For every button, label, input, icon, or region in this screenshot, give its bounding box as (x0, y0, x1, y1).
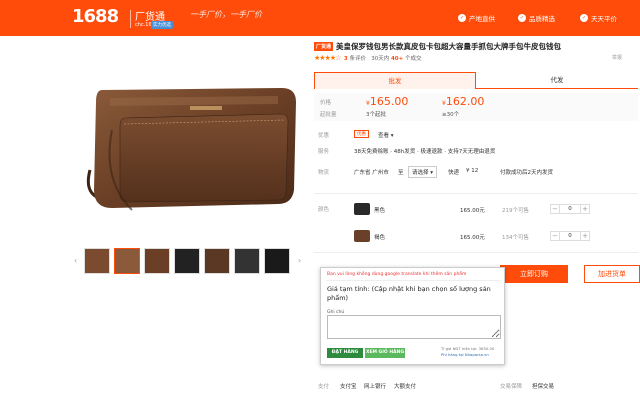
promo-link[interactable]: 查看 ▾ (378, 131, 394, 139)
qty-decrement[interactable]: − (550, 204, 560, 214)
thumbnail[interactable] (84, 248, 110, 274)
moq-tier-2: ≥30个 (442, 112, 460, 118)
check-circle-icon: ✓ (580, 14, 588, 22)
service-label: 服务 (318, 149, 330, 155)
brand-badge: 实力优选 (151, 21, 173, 29)
feature-quality: ✓ 品质精选 (518, 13, 555, 23)
price-value: 162.00 (445, 95, 485, 108)
star-icon: ★★★★☆ (314, 54, 341, 62)
thumbnail[interactable] (174, 248, 200, 274)
tab-dropship[interactable]: 代发 (476, 72, 638, 89)
thumbnail[interactable] (234, 248, 260, 274)
color-label: 颜色 (318, 207, 330, 213)
ship-from: 广东省 广州市 (354, 170, 389, 176)
check-circle-icon: ✓ (458, 14, 466, 22)
payment-method: 网上银行 (364, 384, 387, 390)
check-circle-icon: ✓ (518, 14, 526, 22)
translate-warning: Bạn vui lòng không dùng google translate… (327, 272, 467, 277)
sku-name: 黑色 (374, 208, 386, 214)
qty-input[interactable]: 0 (560, 231, 580, 241)
moq-tier-1: 3个起批 (366, 112, 386, 118)
add-to-cart-button[interactable]: 加进货单 (584, 265, 640, 283)
price-tier-1: ¥165.00 (366, 95, 408, 108)
fee-link[interactable]: Phí hàng tại Nhaparsa.vn (441, 352, 489, 357)
sales-suffix: 个成交 (405, 56, 422, 62)
logo[interactable]: 1688 (72, 6, 119, 27)
qty-increment[interactable]: + (580, 204, 590, 214)
sku-stock: 219个可售 (502, 208, 529, 214)
sku-thumbnail[interactable] (354, 203, 370, 215)
thumbnail[interactable] (204, 248, 230, 274)
sku-table: 颜色 黑色 165.00元 219个可售 − 0 + 褐色 165.00元 13… (314, 193, 638, 253)
rating-score: 3 (343, 56, 348, 62)
qty-decrement[interactable]: − (550, 231, 560, 241)
guarantee-value[interactable]: 担保交易 (532, 382, 554, 390)
feature-label: 品质精选 (529, 15, 555, 23)
wallet-image (86, 88, 296, 211)
sku-price: 165.00元 (460, 235, 485, 241)
feature-label: 天天平价 (591, 15, 617, 23)
feature-price: ✓ 天天平价 (580, 13, 617, 23)
ship-to-select[interactable]: 请选择 ▾ (408, 166, 438, 178)
payment-method[interactable]: 大额支付 (394, 382, 416, 390)
product-title: 厂货通 美皇保罗钱包男长款真皮包卡包超大容量手抓包大牌手包牛皮包钱包 (314, 41, 634, 52)
site-header: 1688 厂货通 chc.1688.com 实力优选 一手厂价，一手厂价 ✓ 产… (0, 0, 640, 36)
ship-note: 付款成功后2天内发货 (500, 170, 553, 176)
price-block: 价格 起批量 ¥165.00 3个起批 ¥162.00 ≥30个 (314, 93, 638, 121)
estimated-price: Giá tạm tính: (Cập nhật khi bạn chọn số … (327, 285, 491, 302)
rating-row: ★★★★☆ 3 条评价 30天内 40+ 个成交 (314, 54, 422, 62)
guarantee-label: 交易保障 (500, 384, 523, 390)
service-text: 38天免费赊账 · 48h发货 · 极速退款 · 支持7天无理由退货 (354, 149, 496, 155)
product-main-image[interactable] (72, 40, 308, 240)
chevron-right-icon[interactable]: › (298, 256, 301, 265)
thumbnail[interactable] (144, 248, 170, 274)
price-tier-2: ¥162.00 (442, 95, 484, 108)
price-label: 价格 (320, 100, 332, 106)
order-now-button[interactable]: 立即订购 (500, 265, 568, 283)
divider (130, 10, 131, 28)
qty-increment[interactable]: + (580, 231, 590, 241)
place-order-button[interactable]: ĐẶT HÀNG (327, 348, 363, 358)
feature-origin: ✓ 产地直供 (458, 13, 495, 23)
express-fee: ¥ 12 (466, 168, 479, 174)
sku-name: 褐色 (374, 235, 386, 241)
ship-to-label: 至 (398, 170, 404, 176)
price-value: 165.00 (369, 95, 409, 108)
sku-price: 165.00元 (460, 208, 485, 214)
sku-thumbnail[interactable] (354, 230, 370, 242)
note-field[interactable] (327, 315, 501, 339)
promo-tag: 优惠 (354, 130, 369, 138)
ship-to-value: 请选择 (412, 170, 429, 176)
chevron-left-icon[interactable]: ‹ (74, 256, 77, 265)
payment-method: 支付宝 (340, 384, 357, 390)
express-label: 快递 (448, 170, 460, 176)
feature-label: 产地直供 (469, 15, 495, 23)
purchase-tabs: 批发 代发 (314, 72, 638, 89)
thumbnail[interactable] (114, 248, 140, 274)
slogan: 一手厂价，一手厂价 (190, 10, 262, 19)
thumbnail-strip: ‹ › (72, 248, 308, 274)
qty-input[interactable]: 0 (560, 204, 580, 214)
title-text: 美皇保罗钱包男长款真皮包卡包超大容量手抓包大牌手包牛皮包钱包 (336, 42, 562, 51)
order-helper-popup: Bạn vui lòng không dùng google translate… (320, 267, 505, 365)
promo-label: 优惠 (318, 133, 330, 139)
view-cart-button[interactable]: XEM GIỎ HÀNG (365, 348, 405, 358)
divider (326, 280, 500, 281)
thumbnail[interactable] (264, 248, 290, 274)
moq-label: 起批量 (320, 112, 337, 118)
logistics-label: 物流 (318, 170, 330, 176)
sku-stock: 134个可售 (502, 235, 529, 241)
payment-label: 支付 (318, 384, 330, 390)
sales-label: 30天内 (371, 56, 390, 62)
exchange-rate: Tỉ giá NDT hiện tại: 3650.00 (441, 346, 495, 351)
title-tag: 厂货通 (314, 42, 334, 51)
tab-wholesale[interactable]: 批发 (314, 72, 476, 89)
sales-count: 40+ (390, 56, 404, 62)
report-link[interactable]: 举报 (612, 54, 622, 61)
rating-link[interactable]: 条评价 (349, 56, 366, 62)
promo-link-text: 查看 (378, 133, 390, 139)
